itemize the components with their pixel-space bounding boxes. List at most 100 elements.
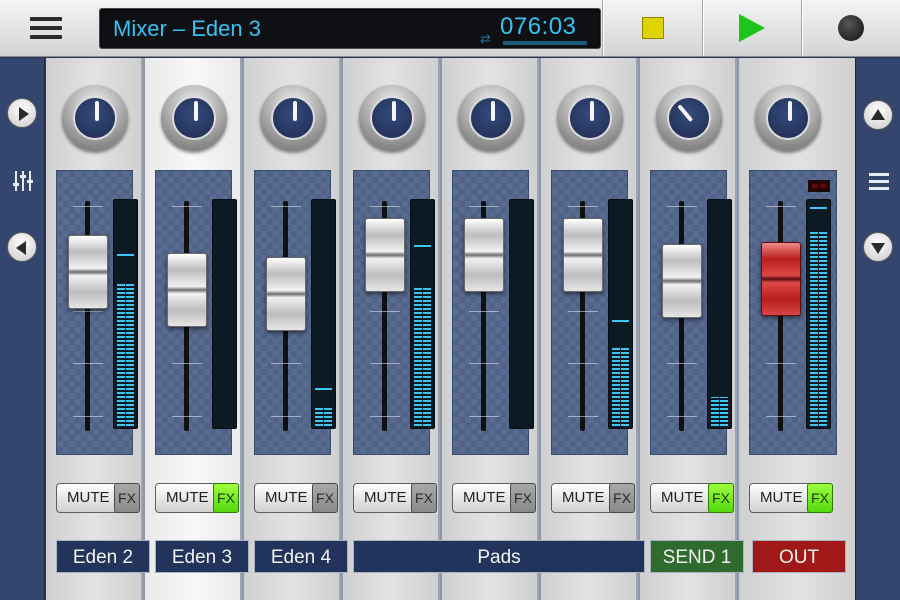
- output-name-label[interactable]: OUT: [752, 540, 846, 573]
- channel-strip: MUTE FX: [442, 58, 539, 600]
- fader-panel: [254, 170, 336, 455]
- play-icon: [739, 14, 765, 42]
- fx-button[interactable]: FX: [807, 483, 833, 513]
- level-meter: [311, 199, 336, 429]
- send-name-label[interactable]: SEND 1: [650, 540, 744, 573]
- volume-fader[interactable]: [662, 244, 702, 318]
- scale-tick: [568, 416, 598, 417]
- mixer-title: Mixer – Eden 3: [113, 16, 261, 41]
- level-meter: [410, 199, 435, 429]
- scale-tick: [766, 206, 796, 207]
- stop-button[interactable]: [602, 0, 702, 56]
- left-side-panel: [0, 58, 45, 600]
- pan-knob[interactable]: [359, 85, 425, 151]
- level-meter: [212, 199, 237, 429]
- play-button[interactable]: [703, 0, 801, 56]
- scale-tick: [73, 311, 103, 312]
- scale-tick: [172, 416, 202, 417]
- fader-track: [778, 201, 783, 431]
- scale-tick: [667, 206, 697, 207]
- pan-knob[interactable]: [62, 85, 128, 151]
- scale-tick: [370, 206, 400, 207]
- volume-fader[interactable]: [365, 218, 405, 292]
- fx-button[interactable]: FX: [708, 483, 734, 513]
- top-toolbar: Mixer – Eden 3 ⇄ 076:03: [0, 0, 900, 57]
- scale-tick: [73, 363, 103, 364]
- scale-tick: [271, 363, 301, 364]
- scale-tick: [73, 206, 103, 207]
- volume-fader[interactable]: [563, 218, 603, 292]
- scale-tick: [766, 416, 796, 417]
- right-side-panel: [855, 58, 900, 600]
- scale-tick: [370, 363, 400, 364]
- stop-icon: [642, 17, 664, 39]
- fader-panel: [551, 170, 633, 455]
- fx-button[interactable]: FX: [213, 483, 239, 513]
- chevron-right-icon[interactable]: [7, 98, 37, 128]
- pan-knob[interactable]: [458, 85, 524, 151]
- clip-indicator: [808, 180, 830, 192]
- channel-strip: MUTE FX: [244, 58, 341, 600]
- channel-strip: MUTE FX: [343, 58, 440, 600]
- arrow-down-icon[interactable]: [863, 232, 893, 262]
- level-meter: [608, 199, 633, 429]
- channel-strip: MUTE FX: [145, 58, 242, 600]
- channel-name-label[interactable]: Eden 2: [56, 540, 150, 573]
- song-display: Mixer – Eden 3 ⇄ 076:03: [99, 8, 601, 49]
- hamburger-menu-icon[interactable]: [30, 17, 62, 39]
- channel-name-label[interactable]: Eden 3: [155, 540, 249, 573]
- pan-knob[interactable]: [260, 85, 326, 151]
- pan-knob[interactable]: [656, 85, 722, 151]
- fx-button[interactable]: FX: [510, 483, 536, 513]
- master-volume-fader[interactable]: [761, 242, 801, 316]
- scale-tick: [667, 363, 697, 364]
- scale-tick: [568, 311, 598, 312]
- fx-button[interactable]: FX: [312, 483, 338, 513]
- scale-tick: [766, 363, 796, 364]
- list-icon[interactable]: [869, 173, 889, 191]
- pan-knob[interactable]: [557, 85, 623, 151]
- pan-knob[interactable]: [161, 85, 227, 151]
- time-counter: 076:03: [500, 13, 577, 40]
- volume-fader[interactable]: [167, 253, 207, 327]
- record-icon: [838, 15, 864, 41]
- pan-knob[interactable]: [755, 85, 821, 151]
- arrow-up-icon[interactable]: [863, 100, 893, 130]
- fader-panel: [155, 170, 237, 455]
- channel-name-label[interactable]: Eden 4: [254, 540, 348, 573]
- channel-strip: MUTE FX: [640, 58, 737, 600]
- fader-panel: [56, 170, 138, 455]
- mixer-sliders-icon[interactable]: [13, 171, 33, 191]
- scale-tick: [271, 416, 301, 417]
- chevron-left-icon[interactable]: [7, 232, 37, 262]
- fx-button[interactable]: FX: [609, 483, 635, 513]
- scale-tick: [370, 311, 400, 312]
- scale-tick: [568, 363, 598, 364]
- fx-button[interactable]: FX: [114, 483, 140, 513]
- scale-tick: [73, 416, 103, 417]
- fader-panel: [650, 170, 732, 455]
- mixer-channels: MUTE FX MUTE FX MUTE FX MUTE FX MUTE FX …: [46, 58, 855, 600]
- fx-button[interactable]: FX: [411, 483, 437, 513]
- level-meter: [707, 199, 732, 429]
- scale-tick: [568, 206, 598, 207]
- channel-strip: MUTE FX: [46, 58, 143, 600]
- volume-fader[interactable]: [464, 218, 504, 292]
- level-meter: [113, 199, 138, 429]
- volume-fader[interactable]: [266, 257, 306, 331]
- scale-tick: [172, 363, 202, 364]
- channel-strip: MUTE FX: [541, 58, 638, 600]
- level-meter: [509, 199, 534, 429]
- group-name-label[interactable]: Pads: [353, 540, 645, 573]
- record-button[interactable]: [802, 0, 900, 56]
- channel-strip: MUTE FX: [739, 58, 855, 600]
- scale-tick: [172, 206, 202, 207]
- scale-tick: [469, 363, 499, 364]
- fader-panel: [749, 170, 837, 455]
- scale-tick: [469, 206, 499, 207]
- scale-tick: [271, 206, 301, 207]
- scale-tick: [469, 416, 499, 417]
- scale-tick: [370, 416, 400, 417]
- volume-fader[interactable]: [68, 235, 108, 309]
- position-bar: [503, 41, 587, 45]
